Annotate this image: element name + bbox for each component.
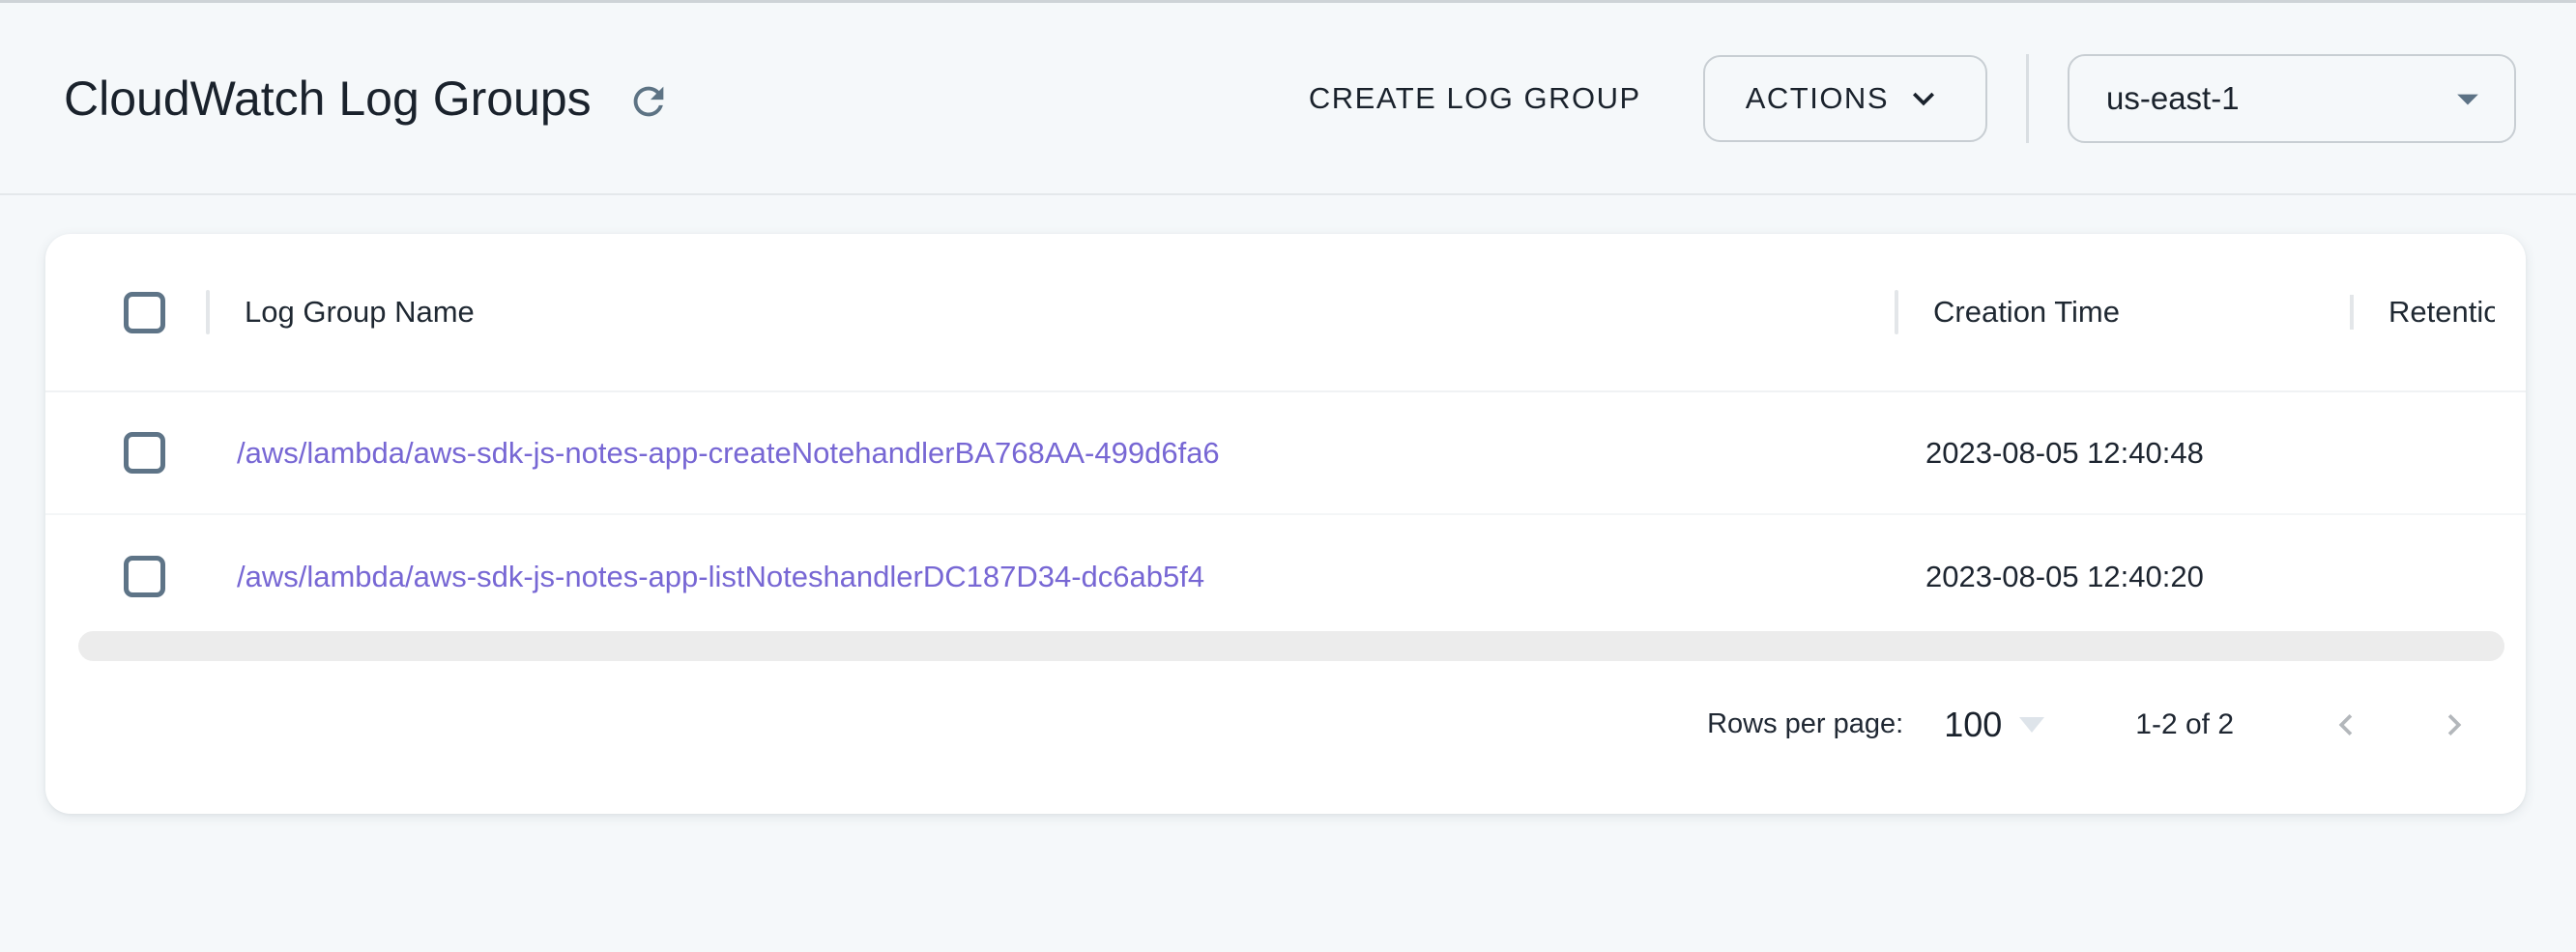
table-header-row: Log Group Name Creation Time Retention <box>45 234 2526 392</box>
chevron-right-icon <box>2433 704 2475 746</box>
content-area: Log Group Name Creation Time Retention /… <box>0 195 2576 814</box>
creation-time-cell: 2023-08-05 12:40:48 <box>1895 436 2350 471</box>
actions-button-label: ACTIONS <box>1746 81 1889 116</box>
log-group-link[interactable]: /aws/lambda/aws-sdk-js-notes-app-listNot… <box>237 560 1204 593</box>
actions-button[interactable]: ACTIONS <box>1703 55 1987 142</box>
table-row: /aws/lambda/aws-sdk-js-notes-app-listNot… <box>45 515 2526 638</box>
chevron-down-icon <box>1889 77 1945 120</box>
row-select-cell <box>45 432 206 474</box>
table-row: /aws/lambda/aws-sdk-js-notes-app-createN… <box>45 392 2526 515</box>
previous-page-button[interactable] <box>2323 702 2369 748</box>
dropdown-arrow-icon <box>2443 73 2493 124</box>
column-header-label: Log Group Name <box>245 295 475 329</box>
page-title: CloudWatch Log Groups <box>64 71 592 127</box>
toolbar-divider <box>2026 54 2029 143</box>
row-checkbox[interactable] <box>124 432 165 474</box>
select-all-cell <box>45 292 206 333</box>
refresh-icon <box>626 79 671 124</box>
row-checkbox[interactable] <box>124 556 165 597</box>
creation-time-value: 2023-08-05 12:40:20 <box>1925 560 2204 593</box>
next-page-button[interactable] <box>2431 702 2477 748</box>
select-all-checkbox[interactable] <box>124 292 165 333</box>
log-group-link[interactable]: /aws/lambda/aws-sdk-js-notes-app-createN… <box>237 436 1220 470</box>
select-caret-icon <box>2019 717 2044 733</box>
region-select-value: us-east-1 <box>2106 80 2240 117</box>
log-group-name-cell: /aws/lambda/aws-sdk-js-notes-app-listNot… <box>206 560 1895 594</box>
rows-per-page-label: Rows per page: <box>1707 708 1903 740</box>
creation-time-cell: 2023-08-05 12:40:20 <box>1895 560 2350 594</box>
pagination-bar: Rows per page: 100 1-2 of 2 <box>45 669 2526 780</box>
region-select[interactable]: us-east-1 <box>2068 54 2516 143</box>
refresh-button[interactable] <box>626 79 671 124</box>
column-header-retention[interactable]: Retention <box>2350 295 2495 330</box>
appbar: CloudWatch Log Groups CREATE LOG GROUP A… <box>0 0 2576 195</box>
horizontal-scrollbar-thumb[interactable] <box>78 631 2504 661</box>
column-header-label: Creation Time <box>1933 295 2120 329</box>
column-header-label: Retention <box>2388 295 2495 329</box>
rows-per-page-select[interactable]: 100 <box>1944 705 2044 745</box>
chevron-left-icon <box>2325 704 2367 746</box>
log-groups-card: Log Group Name Creation Time Retention /… <box>45 234 2526 814</box>
creation-time-value: 2023-08-05 12:40:48 <box>1925 436 2204 470</box>
column-header-log-group-name[interactable]: Log Group Name <box>206 295 1895 330</box>
log-group-name-cell: /aws/lambda/aws-sdk-js-notes-app-createN… <box>206 436 1895 471</box>
rows-per-page-value: 100 <box>1944 705 2002 745</box>
create-log-group-button[interactable]: CREATE LOG GROUP <box>1309 81 1641 116</box>
pagination-range-label: 1-2 of 2 <box>2135 708 2234 741</box>
row-select-cell <box>45 556 206 597</box>
column-header-creation-time[interactable]: Creation Time <box>1895 295 2350 330</box>
